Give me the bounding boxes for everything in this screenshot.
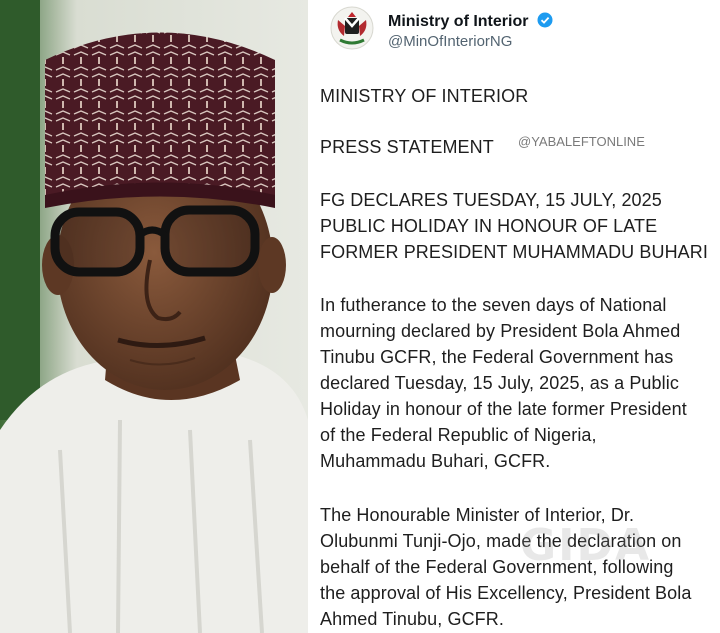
org-heading: MINISTRY OF INTERIOR [320, 86, 529, 106]
coat-of-arms-icon [330, 6, 374, 50]
portrait-illustration [0, 0, 308, 633]
paragraph-line: declared Tuesday, 15 July, 2025, as a Pu… [320, 373, 679, 393]
paragraph-line: Holiday in honour of the late former Pre… [320, 399, 687, 419]
paragraph-line: Tinubu GCFR, the Federal Government has [320, 347, 674, 367]
paragraph-line: Muhammadu Buhari, GCFR. [320, 451, 551, 471]
headline-line: PUBLIC HOLIDAY IN HONOUR OF LATE [320, 216, 658, 236]
account-name-text: Ministry of Interior [388, 13, 529, 30]
statement-type: PRESS STATEMENT [320, 137, 494, 157]
watermark-text: @YABALEFTONLINE [518, 134, 645, 149]
account-name[interactable]: Ministry of Interior [388, 12, 553, 31]
headline-line: FORMER PRESIDENT MUHAMMADU BUHARI [320, 242, 708, 262]
paragraph-line: mourning declared by President Bola Ahme… [320, 321, 681, 341]
account-handle[interactable]: @MinOfInteriorNG [388, 33, 512, 50]
paragraph-line: of the Federal Republic of Nigeria, [320, 425, 597, 445]
paragraph-line: the approval of His Excellency, Presiden… [320, 583, 692, 603]
coat-of-arms-logo[interactable] [330, 6, 374, 50]
portrait-photo [0, 0, 308, 633]
post-header: Ministry of Interior @MinOfInteriorNG [320, 6, 715, 52]
press-statement-card: Ministry of Interior @MinOfInteriorNG MI… [310, 0, 720, 633]
verified-badge-icon [537, 12, 553, 28]
overlay-watermark-logo: GIDA [520, 520, 652, 571]
headline-line: FG DECLARES TUESDAY, 15 JULY, 2025 [320, 190, 662, 210]
paragraph-line: Ahmed Tinubu, GCFR. [320, 609, 504, 629]
paragraph-line: In futherance to the seven days of Natio… [320, 295, 667, 315]
